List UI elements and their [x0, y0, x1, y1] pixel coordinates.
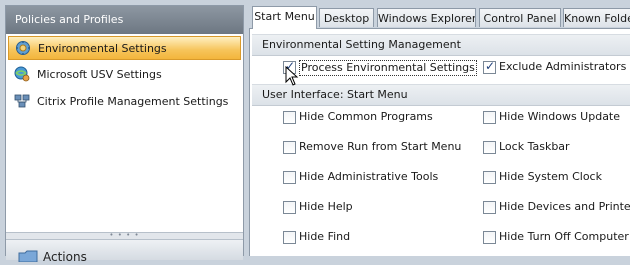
sidebar-item-microsoft-usv-settings[interactable]: Microsoft USV Settings — [8, 63, 241, 87]
actions-bar[interactable]: Actions — [6, 240, 243, 264]
checkbox-label: Process Environmental Settings — [299, 60, 477, 76]
tab-windows-explorer[interactable]: Windows Explorer — [377, 8, 476, 27]
navigation-panel: Policies and Profiles Environmental Sett… — [5, 5, 244, 264]
checkbox-box[interactable] — [483, 231, 496, 244]
checkbox-label: Hide Administrative Tools — [299, 170, 439, 183]
checkbox-box[interactable]: ✓ — [483, 59, 496, 74]
checkbox-box[interactable] — [483, 141, 496, 154]
checkbox-label: Hide Find — [299, 230, 351, 243]
actions-label: Actions — [43, 250, 87, 264]
checkbox-box[interactable] — [483, 111, 496, 124]
checkbox-label: Hide Turn Off Computer — [499, 230, 629, 243]
checkbox-box[interactable] — [283, 171, 296, 184]
checkbox-label: Lock Taskbar — [499, 140, 570, 153]
checkbox-label: Hide Common Programs — [299, 110, 433, 123]
checkbox-box[interactable] — [283, 201, 296, 214]
panel-splitter[interactable]: • • • • — [6, 232, 243, 240]
tab-known-folders[interactable]: Known Folde — [563, 8, 630, 27]
checkbox-box[interactable] — [283, 231, 296, 244]
section-header-start-menu: User Interface: Start Menu — [252, 84, 630, 106]
section-header-management: Environmental Setting Management — [252, 34, 630, 56]
tab-control-panel[interactable]: Control Panel — [479, 8, 561, 27]
sidebar-item-label: Environmental Settings — [38, 42, 167, 55]
network-computers-icon — [14, 93, 30, 109]
checkbox-label: Hide System Clock — [499, 170, 602, 183]
sidebar-item-label: Citrix Profile Management Settings — [37, 95, 229, 108]
checkbox-box[interactable] — [483, 201, 496, 214]
folder-icon — [18, 250, 38, 265]
check-icon: ✓ — [485, 59, 496, 73]
mouse-cursor-icon — [285, 65, 299, 89]
checkbox-box[interactable] — [283, 141, 296, 154]
checkbox-label: Exclude Administrators — [499, 60, 627, 73]
sidebar-item-citrix-profile-management-settings[interactable]: Citrix Profile Management Settings — [8, 90, 241, 114]
checkbox-label: Remove Run from Start Menu — [299, 140, 462, 153]
checkbox-box[interactable] — [283, 111, 296, 124]
gear-globe-icon — [15, 40, 31, 56]
tab-desktop[interactable]: Desktop — [319, 8, 374, 27]
sidebar-item-label: Microsoft USV Settings — [37, 68, 162, 81]
tab-start-menu[interactable]: Start Menu — [252, 6, 317, 29]
panel-header: Policies and Profiles — [6, 6, 243, 34]
checkbox-label: Hide Help — [299, 200, 353, 213]
checkbox-box[interactable] — [483, 171, 496, 184]
checkbox-label: Hide Devices and Printers — [499, 200, 630, 213]
settings-content: Environmental Setting Management ✓ Proce… — [249, 28, 630, 256]
checkbox-label: Hide Windows Update — [499, 110, 621, 123]
tab-strip: Start Menu Desktop Windows Explorer Cont… — [249, 6, 630, 29]
sidebar-item-environmental-settings[interactable]: Environmental Settings — [8, 36, 241, 60]
globe-users-icon — [14, 66, 30, 82]
